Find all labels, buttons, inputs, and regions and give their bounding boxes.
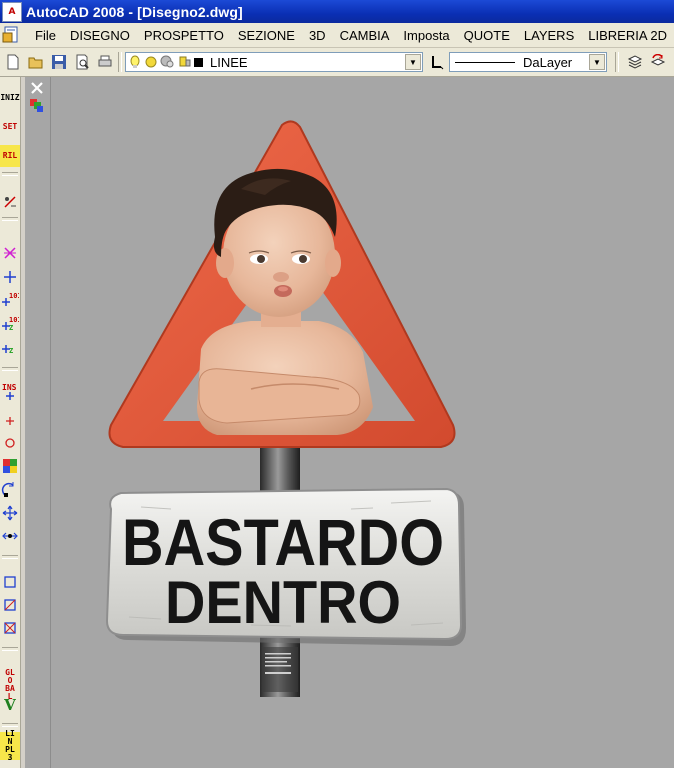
color-grid-icon[interactable] (0, 455, 20, 477)
toolbar-separator (2, 367, 18, 371)
open-folder-icon[interactable] (26, 52, 46, 72)
left-tool-ril[interactable]: RIL (0, 145, 20, 167)
standard-toolbar: LINEE ▼ DaLayer ▼ (0, 48, 674, 77)
print-preview-icon[interactable] (72, 52, 92, 72)
plus-blue-icon[interactable] (0, 266, 20, 288)
left-tool-linpl3-label: LIN PL3 (5, 729, 15, 762)
point-z-icon[interactable]: Z (0, 337, 20, 359)
title-bar: A AutoCAD 2008 - [Disegno2.dwg] (0, 0, 674, 23)
toolbar-separator (2, 723, 18, 727)
save-icon[interactable] (49, 52, 69, 72)
left-tool-set[interactable]: SET (0, 116, 20, 138)
linetype-sample (455, 61, 515, 63)
plus-red-icon[interactable] (0, 410, 20, 432)
toolbar-separator (2, 647, 18, 651)
toolbar-separator (615, 52, 619, 72)
point-101-z-icon[interactable]: 101Z (0, 312, 20, 334)
insert-block-icon[interactable]: INS (0, 381, 20, 403)
layer-state-icons (130, 55, 203, 68)
make-object-layer-current-icon[interactable] (427, 52, 447, 72)
svg-text:Z: Z (9, 347, 13, 355)
layer-combo-value: LINEE (210, 54, 248, 70)
rotate-icon[interactable] (0, 479, 20, 501)
svg-text:Z: Z (9, 324, 13, 332)
menu-imposta[interactable]: Imposta (396, 28, 456, 43)
layer-previous-icon[interactable] (648, 52, 668, 72)
toolbar-separator (2, 555, 18, 559)
sign-line-2: DENTRO (165, 569, 401, 636)
chevron-down-icon[interactable]: ▼ (405, 54, 421, 70)
toolbar-separator (2, 172, 18, 176)
svg-text:101: 101 (9, 316, 19, 324)
svg-text:101: 101 (9, 292, 19, 300)
left-tool-linpl3[interactable]: LIN PL3 (0, 729, 20, 762)
new-file-icon[interactable] (3, 52, 23, 72)
sign-line-1: BASTARDO (122, 505, 444, 579)
move-icon[interactable] (0, 502, 20, 524)
menu-sezione[interactable]: SEZIONE (231, 28, 302, 43)
window-title: AutoCAD 2008 - [Disegno2.dwg] (26, 3, 243, 20)
menu-layers[interactable]: LAYERS (517, 28, 581, 43)
document-icon[interactable] (2, 25, 22, 45)
left-tool-v-label: V (4, 696, 16, 714)
left-tool-iniz[interactable]: INIZ (0, 87, 20, 109)
tool-palette-properties-icon[interactable] (28, 97, 46, 115)
menu-cambia[interactable]: CAMBIA (333, 28, 397, 43)
left-tool-ril-label: RIL (2, 151, 18, 160)
layer-manager-icon[interactable] (625, 52, 645, 72)
linetype-combo-value: DaLayer (523, 54, 573, 70)
point-101-icon[interactable]: 101 (0, 288, 20, 310)
menu-disegno[interactable]: DISEGNO (63, 28, 137, 43)
rectangle-icon[interactable] (0, 571, 20, 593)
tool-palette-strip (25, 77, 51, 768)
left-toolbar: INIZ SET RIL 101 101Z Z INS (0, 77, 21, 768)
menu-3d[interactable]: 3D (302, 28, 333, 43)
scale-icon[interactable] (0, 525, 20, 547)
circle-red-icon[interactable] (0, 432, 20, 454)
cross-magenta-icon[interactable] (0, 242, 20, 264)
left-tool-v[interactable]: V (0, 694, 20, 716)
toolbar-separator (2, 217, 18, 221)
chevron-down-icon[interactable]: ▼ (589, 54, 605, 70)
layer-combo[interactable]: LINEE ▼ (125, 52, 423, 72)
menu-quote[interactable]: QUOTE (457, 28, 517, 43)
svg-text:INS: INS (2, 383, 17, 392)
left-tool-set-label: SET (2, 122, 18, 131)
menu-prospetto[interactable]: PROSPETTO (137, 28, 231, 43)
menu-bar: File DISEGNO PROSPETTO SEZIONE 3D CAMBIA… (0, 23, 674, 48)
autocad-app-icon[interactable]: A (2, 1, 22, 22)
plot-icon[interactable] (95, 52, 115, 72)
linetype-combo[interactable]: DaLayer ▼ (449, 52, 607, 72)
snap-tool-icon[interactable] (0, 191, 20, 213)
rectangle-cross-icon[interactable] (0, 617, 20, 639)
menu-libreria-2d[interactable]: LIBRERIA 2D (581, 28, 674, 43)
toolbar-separator (118, 52, 122, 72)
drawing-image: BASTARDO DENTRO (105, 120, 466, 697)
menu-file[interactable]: File (28, 28, 63, 43)
drawing-canvas[interactable]: BASTARDO DENTRO (51, 77, 674, 768)
rectangle-diagonal-icon[interactable] (0, 594, 20, 616)
left-tool-iniz-label: INIZ (0, 93, 20, 102)
close-icon[interactable] (28, 81, 46, 95)
